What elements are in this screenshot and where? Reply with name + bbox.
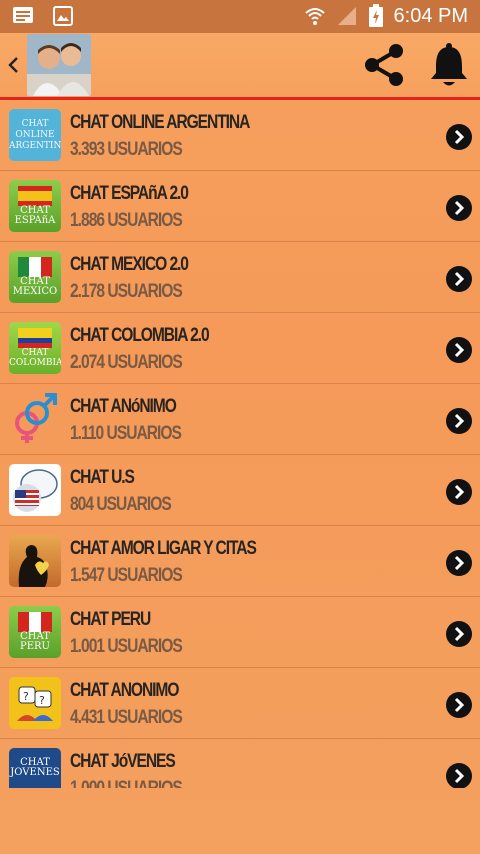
chat-user-count: 2.178 USUARIOS xyxy=(70,281,183,302)
list-item[interactable]: CHAT JOVENES CHAT JóVENES 1.000 USUARIOS xyxy=(0,739,480,788)
chat-title: CHAT ANóNIMO xyxy=(70,396,177,417)
clock: 6:04 PM xyxy=(393,4,468,27)
chat-user-count: 1.110 USUARIOS xyxy=(70,423,182,444)
chat-user-count: 1.886 USUARIOS xyxy=(70,210,183,231)
battery-icon xyxy=(368,4,383,27)
list-item[interactable]: CHAT ONLINE ARGENTINA CHAT ONLINE ARGENT… xyxy=(0,100,480,171)
bell-icon[interactable] xyxy=(427,41,471,89)
list-item[interactable]: CHAT AMOR LIGAR Y CITAS 1.547 USUARIOS xyxy=(0,526,480,597)
status-bar: 6:04 PM xyxy=(0,0,480,33)
list-item[interactable]: CHAT ESPAñA CHAT ESPAñA 2.0 1.886 USUARI… xyxy=(0,171,480,242)
chat-user-count: 804 USUARIOS xyxy=(70,494,172,515)
chat-title: CHAT PERU xyxy=(70,609,151,630)
chat-user-count: 3.393 USUARIOS xyxy=(70,139,183,160)
gender-symbols-icon xyxy=(9,393,61,445)
chevron-right-icon[interactable] xyxy=(446,124,472,150)
chat-thumbnail: CHAT MEXICO xyxy=(9,251,61,303)
avatar[interactable] xyxy=(27,34,91,96)
chat-title: CHAT MEXICO 2.0 xyxy=(70,254,189,275)
chevron-right-icon[interactable] xyxy=(446,621,472,647)
image-icon xyxy=(53,6,73,26)
chevron-right-icon[interactable] xyxy=(446,337,472,363)
chevron-right-icon[interactable] xyxy=(446,763,472,788)
chat-list: CHAT ONLINE ARGENTINA CHAT ONLINE ARGENT… xyxy=(0,100,480,788)
chat-title: CHAT COLOMBIA 2.0 xyxy=(70,325,210,346)
chevron-right-icon[interactable] xyxy=(446,692,472,718)
chat-thumbnail xyxy=(9,464,61,516)
chat-title: CHAT U.S xyxy=(70,467,135,488)
chat-user-count: 4.431 USUARIOS xyxy=(70,707,183,728)
signal-icon xyxy=(337,7,356,25)
chat-user-count: 1.001 USUARIOS xyxy=(70,636,183,657)
chat-thumbnail: CHAT PERU xyxy=(9,606,61,658)
list-item[interactable]: CHAT MEXICO CHAT MEXICO 2.0 2.178 USUARI… xyxy=(0,242,480,313)
list-item[interactable]: CHAT ANóNIMO 1.110 USUARIOS xyxy=(0,384,480,455)
chevron-right-icon[interactable] xyxy=(446,408,472,434)
chat-title: CHAT ONLINE ARGENTINA xyxy=(70,112,250,133)
chat-user-count: 2.074 USUARIOS xyxy=(70,352,183,373)
chevron-right-icon[interactable] xyxy=(446,479,472,505)
list-item[interactable]: CHAT COLOMBIA CHAT COLOMBIA 2.0 2.074 US… xyxy=(0,313,480,384)
chat-title: CHAT AMOR LIGAR Y CITAS xyxy=(70,538,257,559)
svg-text:?: ? xyxy=(23,690,29,703)
app-bar xyxy=(0,33,480,97)
chat-thumbnail: CHAT COLOMBIA xyxy=(9,322,61,374)
chat-thumbnail xyxy=(9,535,61,587)
chat-thumbnail: ? ? xyxy=(9,677,61,729)
list-item[interactable]: CHAT U.S 804 USUARIOS xyxy=(0,455,480,526)
back-icon[interactable] xyxy=(4,51,24,79)
chevron-right-icon[interactable] xyxy=(446,195,472,221)
chevron-right-icon[interactable] xyxy=(446,550,472,576)
chat-thumbnail: CHAT JOVENES xyxy=(9,748,61,788)
list-item[interactable]: ? ? CHAT ANONIMO 4.431 USUARIOS xyxy=(0,668,480,739)
svg-text:?: ? xyxy=(39,694,45,707)
wifi-icon xyxy=(304,8,325,25)
chat-user-count: 1.000 USUARIOS xyxy=(70,778,183,788)
chat-user-count: 1.547 USUARIOS xyxy=(70,565,183,586)
message-icon xyxy=(13,7,33,23)
chat-title: CHAT ANONIMO xyxy=(70,680,179,701)
chat-thumbnail: CHAT ONLINE ARGENTINA xyxy=(9,109,61,161)
share-icon[interactable] xyxy=(360,41,408,89)
chat-title: CHAT ESPAñA 2.0 xyxy=(70,183,189,204)
list-item[interactable]: CHAT PERU CHAT PERU 1.001 USUARIOS xyxy=(0,597,480,668)
chat-thumbnail: CHAT ESPAñA xyxy=(9,180,61,232)
chevron-right-icon[interactable] xyxy=(446,266,472,292)
chat-title: CHAT JóVENES xyxy=(70,751,176,772)
